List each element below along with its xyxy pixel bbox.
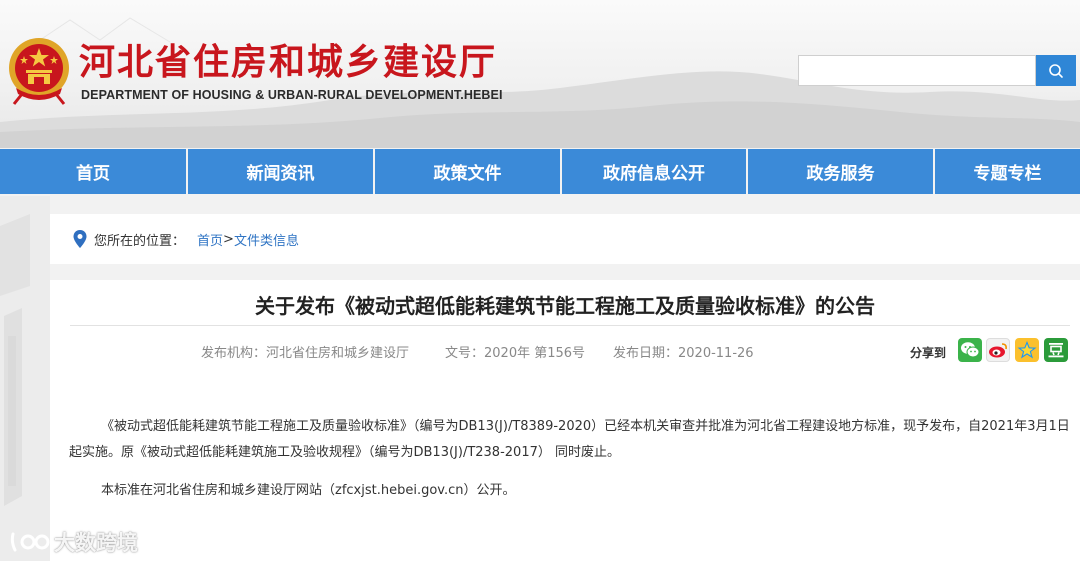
qzone-icon[interactable] bbox=[1015, 338, 1039, 362]
watermark-text: 大数跨境 bbox=[54, 531, 138, 555]
site-subtitle: DEPARTMENT OF HOUSING & URBAN-RURAL DEVE… bbox=[81, 88, 503, 102]
nav-item-gov-info[interactable]: 政府信息公开 bbox=[562, 149, 746, 194]
meta-doc-number: 文号：2020年 第156号 bbox=[445, 346, 586, 361]
share-label: 分享到 bbox=[910, 346, 947, 360]
watermark: 大数跨境 bbox=[10, 527, 138, 557]
dashuju-logo-icon bbox=[10, 532, 50, 552]
side-architecture-decoration bbox=[0, 196, 50, 561]
weibo-icon[interactable] bbox=[986, 338, 1010, 362]
location-pin-icon bbox=[73, 230, 87, 248]
breadcrumb-separator: > bbox=[223, 231, 234, 247]
nav-item-policy[interactable]: 政策文件 bbox=[375, 149, 560, 194]
main-nav: 首页 新闻资讯 政策文件 政府信息公开 政务服务 专题专栏 bbox=[0, 149, 1080, 194]
search-input[interactable] bbox=[798, 55, 1036, 86]
meta-publish-date: 发布日期：2020-11-26 bbox=[613, 346, 754, 361]
national-emblem-icon bbox=[9, 38, 69, 105]
site-title: 河北省住房和城乡建设厅 bbox=[79, 41, 498, 83]
article-panel: 关于发布《被动式超低能耗建筑节能工程施工及质量验收标准》的公告 发布机构：河北省… bbox=[50, 280, 1080, 561]
breadcrumb: 您所在的位置： 首页 > 文件类信息 bbox=[50, 214, 1080, 264]
paragraph-1-text: 《被动式超低能耗建筑节能工程施工及质量验收标准》（编号为DB13(J)/T838… bbox=[69, 419, 1070, 460]
search-icon bbox=[1049, 63, 1063, 78]
nav-item-services[interactable]: 政务服务 bbox=[748, 149, 933, 194]
title-divider bbox=[70, 325, 1070, 326]
breadcrumb-current-link[interactable]: 文件类信息 bbox=[234, 230, 299, 249]
site-header: 河北省住房和城乡建设厅 DEPARTMENT OF HOUSING & URBA… bbox=[0, 0, 1080, 148]
breadcrumb-label: 您所在的位置： bbox=[94, 233, 186, 249]
article-paragraph-1: 《被动式超低能耗建筑节能工程施工及质量验收标准》（编号为DB13(J)/T838… bbox=[69, 414, 1074, 466]
wechat-icon[interactable] bbox=[958, 338, 982, 362]
article-paragraph-2: 本标准在河北省住房和城乡建设厅网站（zfcxjst.hebei.gov.cn）公… bbox=[69, 478, 1074, 504]
meta-publisher: 发布机构：河北省住房和城乡建设厅 bbox=[201, 346, 410, 361]
search-button[interactable] bbox=[1036, 55, 1076, 86]
paragraph-2-text: 本标准在河北省住房和城乡建设厅网站（zfcxjst.hebei.gov.cn）公… bbox=[101, 483, 516, 498]
breadcrumb-home-link[interactable]: 首页 bbox=[197, 230, 223, 249]
nav-item-news[interactable]: 新闻资讯 bbox=[188, 149, 373, 194]
article-title: 关于发布《被动式超低能耗建筑节能工程施工及质量验收标准》的公告 bbox=[255, 294, 875, 318]
nav-item-home[interactable]: 首页 bbox=[0, 149, 186, 194]
nav-item-topics[interactable]: 专题专栏 bbox=[935, 149, 1080, 194]
douban-icon[interactable] bbox=[1044, 338, 1068, 362]
